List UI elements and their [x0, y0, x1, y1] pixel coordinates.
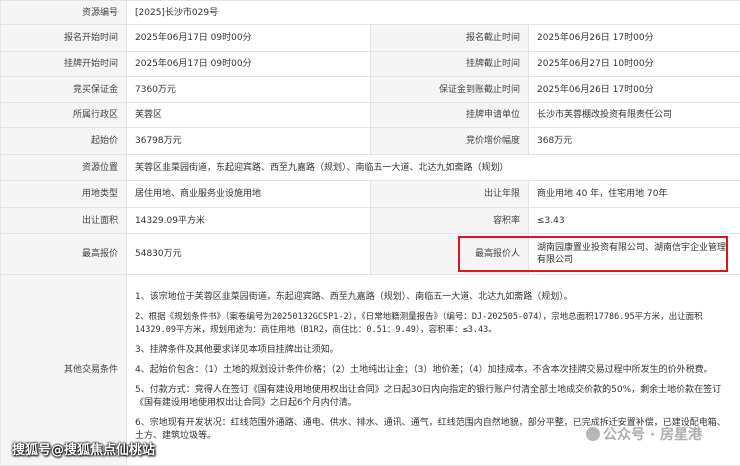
start-price-value: 36798万元 — [127, 128, 371, 155]
land-listing-table: 资源编号 [2025]长沙市029号 报名开始时间 2025年06月17日 09… — [0, 0, 740, 466]
deposit-value: 7360万元 — [127, 77, 371, 103]
listing-end-label: 挂牌截止时间 — [371, 52, 529, 77]
table-row: 所属行政区 芙蓉区 挂牌申请单位 长沙市芙蓉棚改投资有限责任公司 — [1, 103, 740, 128]
district-value: 芙蓉区 — [127, 103, 371, 128]
listing-start-label: 挂牌开始时间 — [1, 52, 127, 77]
condition-item: 3、挂牌条件及其他要求详见本项目挂牌出让须知。 — [135, 344, 732, 357]
district-label: 所属行政区 — [1, 103, 127, 128]
lease-term-value: 商业用地 40 年，住宅用地 70年 — [529, 181, 740, 208]
resource-no-label: 资源编号 — [1, 1, 127, 25]
wechat-logo-icon — [586, 427, 600, 441]
location-label: 资源位置 — [1, 155, 127, 181]
land-use-value: 居住用地、商业服务业设施用地 — [127, 181, 371, 208]
listing-start-value: 2025年06月17日 09时00分 — [127, 52, 371, 77]
table-row: 竞买保证金 7360万元 保证金到账截止时间 2025年06月26日 17时00… — [1, 77, 740, 103]
area-label: 出让面积 — [1, 208, 127, 234]
lease-term-label: 出让年限 — [371, 181, 529, 208]
area-value: 14329.09平方米 — [127, 208, 371, 234]
table-row: 挂牌开始时间 2025年06月17日 09时00分 挂牌截止时间 2025年06… — [1, 52, 740, 77]
table-row: 起始价 36798万元 竞价增价幅度 368万元 — [1, 128, 740, 155]
plot-ratio-value: ≤3.43 — [529, 208, 740, 234]
condition-item: 2、根据《规划条件书》（案卷编号为20250132GCSP1-2），《日常地籍测… — [135, 311, 732, 337]
condition-item: 1、该宗地位于芙蓉区韭菜园街道，东起迎宾路、西至九嘉路（规划）、南临五一大道、北… — [135, 291, 732, 304]
deposit-label: 竞买保证金 — [1, 77, 127, 103]
deposit-deadline-label: 保证金到账截止时间 — [371, 77, 529, 103]
land-use-label: 用地类型 — [1, 181, 127, 208]
table-row: 最高报价 54830万元 最高报价人 湖南园康置业投资有限公司、湖南信宇企业管理… — [1, 234, 740, 275]
table-row: 出让面积 14329.09平方米 容积率 ≤3.43 — [1, 208, 740, 234]
bid-increment-value: 368万元 — [529, 128, 740, 155]
other-conditions-label: 其他交易条件 — [1, 275, 127, 466]
top-bid-value: 54830万元 — [127, 234, 371, 275]
table-row: 资源位置 芙蓉区韭菜园街道，东起迎宾路、西至九嘉路（规划）、南临五一大道、北达九… — [1, 155, 740, 181]
table-row: 报名开始时间 2025年06月17日 09时00分 报名截止时间 2025年06… — [1, 25, 740, 52]
location-value: 芙蓉区韭菜园街道，东起迎宾路、西至九嘉路（规划）、南临五一大道、北达九如斋路（规… — [127, 155, 740, 181]
resource-no-value: [2025]长沙市029号 — [127, 1, 740, 25]
condition-item: 4、起始价包含：（1）土地的规划设计条件价格；（2）土地纯出让金；（3）地价差；… — [135, 364, 732, 377]
top-bidder-label: 最高报价人 — [371, 234, 529, 275]
signup-start-value: 2025年06月17日 09时00分 — [127, 25, 371, 52]
table-row: 资源编号 [2025]长沙市029号 — [1, 1, 740, 25]
top-bidder-value: 湖南园康置业投资有限公司、湖南信宇企业管理有限公司 — [529, 234, 740, 275]
signup-start-label: 报名开始时间 — [1, 25, 127, 52]
deposit-deadline-value: 2025年06月26日 17时00分 — [529, 77, 740, 103]
applicant-unit-value: 长沙市芙蓉棚改投资有限责任公司 — [529, 103, 740, 128]
applicant-unit-label: 挂牌申请单位 — [371, 103, 529, 128]
plot-ratio-label: 容积率 — [371, 208, 529, 234]
table-row: 用地类型 居住用地、商业服务业设施用地 出让年限 商业用地 40 年，住宅用地 … — [1, 181, 740, 208]
top-bid-label: 最高报价 — [1, 234, 127, 275]
condition-item: 5、付款方式：竞得人在签订《国有建设用地使用权出让合同》之日起30日内向指定的银… — [135, 384, 732, 410]
signup-end-value: 2025年06月26日 17时00分 — [529, 25, 740, 52]
listing-end-value: 2025年06月27日 10时00分 — [529, 52, 740, 77]
sohu-watermark: 搜狐号@搜狐焦点仙桃站 — [12, 439, 155, 458]
signup-end-label: 报名截止时间 — [371, 25, 529, 52]
wechat-watermark-text: 公众号 · 房星港 — [603, 427, 702, 443]
start-price-label: 起始价 — [1, 128, 127, 155]
wechat-watermark: 公众号 · 房星港 — [586, 424, 702, 444]
bid-increment-label: 竞价增价幅度 — [371, 128, 529, 155]
